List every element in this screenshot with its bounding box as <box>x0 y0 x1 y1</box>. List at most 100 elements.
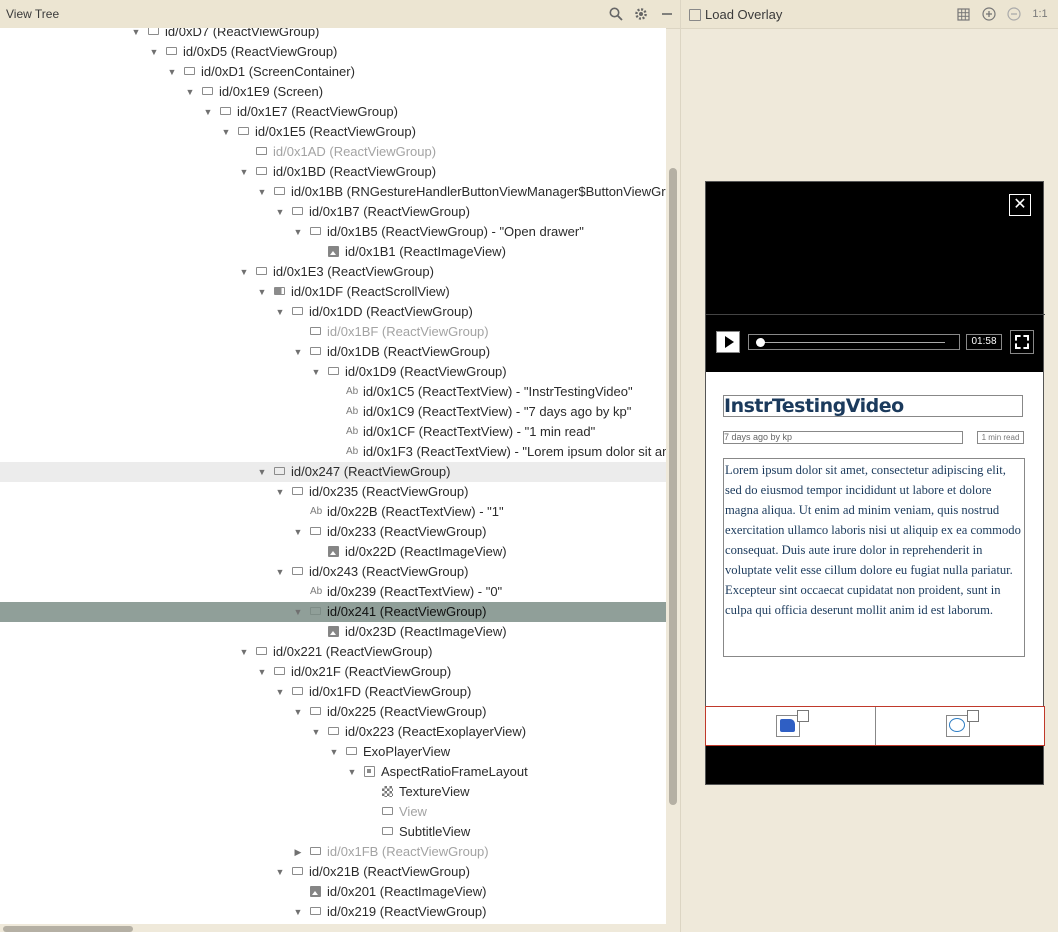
tree-row[interactable]: ▼ id/0x21B (ReactViewGroup) <box>0 862 666 882</box>
expand-arrow-icon[interactable]: ▼ <box>256 662 268 682</box>
tree-row[interactable]: ▼ id/0x1BB (RNGestureHandlerButtonViewMan… <box>0 182 666 202</box>
expand-arrow-icon[interactable]: ▼ <box>292 222 304 242</box>
expand-arrow-icon[interactable]: ▼ <box>148 42 160 62</box>
expand-arrow-icon[interactable]: ▼ <box>238 262 250 282</box>
expand-arrow-icon[interactable]: ▼ <box>274 682 286 702</box>
expand-arrow-icon[interactable]: ▼ <box>292 902 304 922</box>
minimize-icon[interactable] <box>657 4 677 24</box>
expand-arrow-icon[interactable]: ▼ <box>274 562 286 582</box>
expand-arrow-icon[interactable]: ▼ <box>238 642 250 662</box>
tree-row[interactable]: ▼ id/0x1B5 (ReactViewGroup) - "Open drawe… <box>0 222 666 242</box>
tree-row[interactable]: ▼ id/0x233 (ReactViewGroup) <box>0 522 666 542</box>
expand-arrow-icon[interactable]: ▼ <box>202 102 214 122</box>
expand-arrow-icon[interactable]: ▼ <box>310 362 322 382</box>
tree-row[interactable]: ▼ id/0xD1 (ScreenContainer) <box>0 62 666 82</box>
tree-row[interactable]: ▼ id/0x1E3 (ReactViewGroup) <box>0 262 666 282</box>
device-preview[interactable]: ✕ 01:58 InstrTestingVideo 7 days ago by … <box>705 181 1045 785</box>
expand-arrow-icon[interactable]: ▼ <box>166 62 178 82</box>
expand-arrow-icon[interactable]: ▼ <box>292 522 304 542</box>
expand-arrow-icon[interactable]: ▼ <box>292 342 304 362</box>
expand-arrow-icon[interactable]: ▼ <box>328 742 340 762</box>
expand-arrow-icon[interactable]: ▼ <box>256 182 268 202</box>
tree-row[interactable]: ▼ AspectRatioFrameLayout <box>0 762 666 782</box>
tree-row[interactable]: id/0x1B1 (ReactImageView) <box>0 242 666 262</box>
tree-row[interactable]: ▼ ExoPlayerView <box>0 742 666 762</box>
expand-arrow-icon[interactable]: ▼ <box>238 162 250 182</box>
view-group-icon <box>310 527 321 535</box>
tree-row[interactable]: ▶ id/0x1FB (ReactViewGroup) <box>0 842 666 862</box>
tree-row[interactable]: ▼ id/0x1D9 (ReactViewGroup) <box>0 362 666 382</box>
tree-row[interactable]: ▼ id/0x223 (ReactExoplayerView) <box>0 722 666 742</box>
tree-row[interactable]: ▼ id/0x1BD (ReactViewGroup) <box>0 162 666 182</box>
tree-row[interactable]: ▼ id/0x1DB (ReactViewGroup) <box>0 342 666 362</box>
tree-row[interactable]: Ab id/0x1CF (ReactTextView) - "1 min read… <box>0 422 666 442</box>
view-group-icon <box>202 87 213 95</box>
like-button[interactable] <box>776 710 809 737</box>
seek-knob[interactable] <box>756 338 765 347</box>
tree-row[interactable]: ▼ id/0x235 (ReactViewGroup) <box>0 482 666 502</box>
expand-arrow-icon[interactable]: ▼ <box>274 482 286 502</box>
tree-row[interactable]: ▼ id/0xD5 (ReactViewGroup) <box>0 42 666 62</box>
tree-horizontal-scrollbar[interactable] <box>3 926 133 932</box>
tree-row[interactable]: id/0x1AD (ReactViewGroup) <box>0 142 666 162</box>
zoom-out-icon[interactable] <box>1005 5 1023 23</box>
tree-row[interactable]: ▼ id/0x243 (ReactViewGroup) <box>0 562 666 582</box>
tree-vertical-scrollbar[interactable] <box>669 168 677 805</box>
expand-arrow-icon[interactable]: ▼ <box>274 302 286 322</box>
tree-row[interactable]: TextureView <box>0 782 666 802</box>
tree-row[interactable]: id/0x1BF (ReactViewGroup) <box>0 322 666 342</box>
tree-row[interactable]: ▼ id/0x1B7 (ReactViewGroup) <box>0 202 666 222</box>
tree-row[interactable]: ▼ id/0x21F (ReactViewGroup) <box>0 662 666 682</box>
close-icon[interactable]: ✕ <box>1009 194 1031 216</box>
expand-arrow-icon[interactable]: ▼ <box>256 462 268 482</box>
tree-row-label: id/0x225 (ReactViewGroup) <box>327 704 487 719</box>
expand-arrow-icon[interactable]: ▼ <box>130 28 142 42</box>
expand-arrow-icon[interactable]: ▼ <box>274 202 286 222</box>
search-icon[interactable] <box>606 4 626 24</box>
view-tree[interactable]: ▼ id/0xD7 (ReactViewGroup) ▼ id/0xD5 (React… <box>0 28 666 924</box>
expand-arrow-icon[interactable]: ▼ <box>292 702 304 722</box>
tree-row[interactable]: ▼ id/0x225 (ReactViewGroup) <box>0 702 666 722</box>
tree-row[interactable]: Ab id/0x22B (ReactTextView) - "1" <box>0 502 666 522</box>
zoom-1-1-button[interactable]: 1:1 <box>1031 5 1049 23</box>
panel-divider[interactable] <box>680 0 681 932</box>
tree-row[interactable]: ▼ id/0x241 (ReactViewGroup) <box>0 602 666 622</box>
expand-arrow-icon[interactable]: ▼ <box>220 122 232 142</box>
comment-button[interactable] <box>946 710 979 737</box>
tree-row[interactable]: View <box>0 802 666 822</box>
tree-row[interactable]: id/0x22D (ReactImageView) <box>0 542 666 562</box>
tree-row[interactable]: Ab id/0x1C9 (ReactTextView) - "7 days ago… <box>0 402 666 422</box>
zoom-in-icon[interactable] <box>980 5 998 23</box>
grid-icon[interactable] <box>954 5 972 23</box>
tree-row[interactable]: Ab id/0x239 (ReactTextView) - "0" <box>0 582 666 602</box>
tree-row[interactable]: ▼ id/0x1FD (ReactViewGroup) <box>0 682 666 702</box>
tree-row[interactable]: ▼ id/0x1E7 (ReactViewGroup) <box>0 102 666 122</box>
tree-row[interactable]: Ab id/0x1C5 (ReactTextView) - "InstrTesti… <box>0 382 666 402</box>
tree-row[interactable]: ▼ id/0x221 (ReactViewGroup) <box>0 642 666 662</box>
tree-row[interactable]: id/0x23D (ReactImageView) <box>0 622 666 642</box>
tree-row[interactable]: ▼ id/0xD7 (ReactViewGroup) <box>0 28 666 42</box>
expand-arrow-icon[interactable]: ▼ <box>256 282 268 302</box>
tree-row[interactable]: ▼ id/0x1DF (ReactScrollView) <box>0 282 666 302</box>
play-button[interactable] <box>716 331 740 353</box>
load-overlay-button[interactable]: Load Overlay <box>689 7 782 22</box>
tree-row[interactable]: ▼ id/0x1E5 (ReactViewGroup) <box>0 122 666 142</box>
expand-arrow-icon[interactable]: ▼ <box>184 82 196 102</box>
expand-arrow-icon[interactable]: ▼ <box>310 722 322 742</box>
view-group-icon <box>256 147 267 155</box>
tree-row[interactable]: ▼ id/0x1E9 (Screen) <box>0 82 666 102</box>
tree-row[interactable]: ▼ id/0x247 (ReactViewGroup) <box>0 462 666 482</box>
expand-arrow-icon[interactable]: ▼ <box>346 762 358 782</box>
tree-row[interactable]: Ab id/0x1F3 (ReactTextView) - "Lorem ipsu… <box>0 442 666 462</box>
expand-arrow-icon[interactable]: ▼ <box>274 862 286 882</box>
tree-row[interactable]: SubtitleView <box>0 822 666 842</box>
gear-icon[interactable] <box>631 4 651 24</box>
seek-bar[interactable] <box>748 334 960 350</box>
tree-row[interactable]: ▼ id/0x1DD (ReactViewGroup) <box>0 302 666 322</box>
collapse-arrow-icon[interactable]: ▶ <box>292 842 304 862</box>
tree-row[interactable]: id/0x201 (ReactImageView) <box>0 882 666 902</box>
tree-row[interactable]: ▼ id/0x219 (ReactViewGroup) <box>0 902 666 922</box>
tree-row-label: id/0x223 (ReactExoplayerView) <box>345 724 527 739</box>
fullscreen-icon[interactable] <box>1010 330 1034 354</box>
expand-arrow-icon[interactable]: ▼ <box>292 602 304 622</box>
